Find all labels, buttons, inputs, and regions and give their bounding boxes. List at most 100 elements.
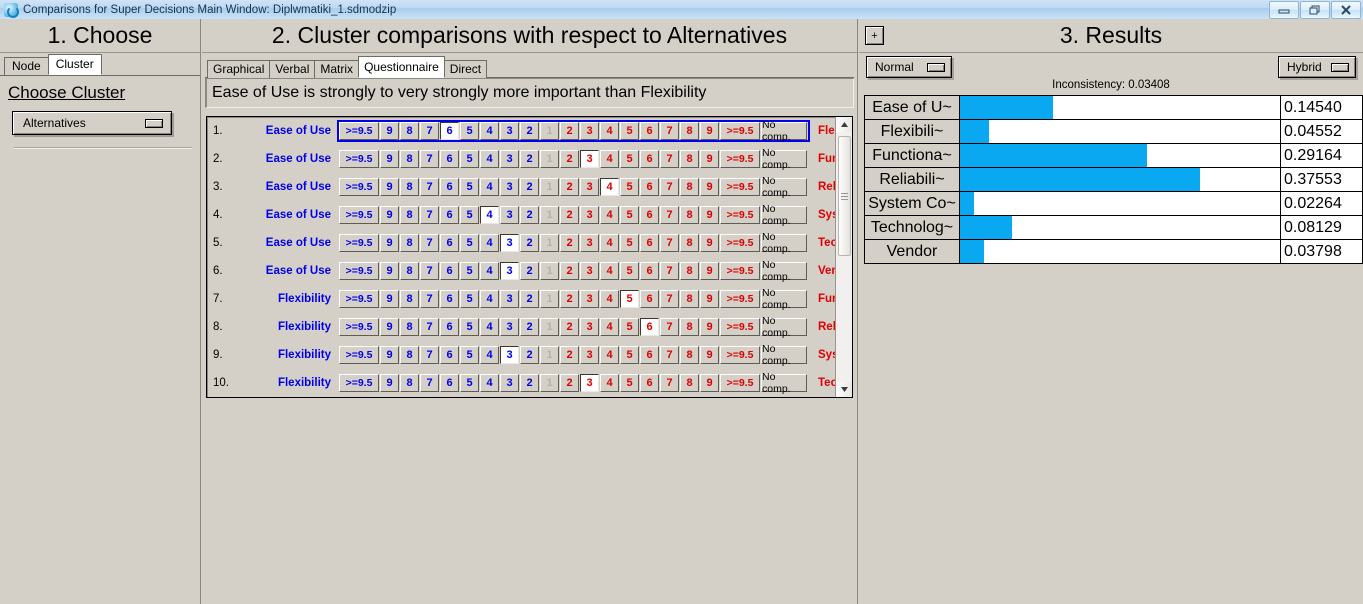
scale-cell-left-3[interactable]: 3 — [500, 150, 519, 168]
minimize-icon[interactable] — [1269, 1, 1299, 19]
scale-cell-right-7[interactable]: 7 — [660, 150, 679, 168]
tab-cluster[interactable]: Cluster — [47, 54, 102, 75]
scale-cell-right-4[interactable]: 4 — [600, 262, 619, 280]
scale-cell-right-3[interactable]: 3 — [580, 178, 599, 196]
scale-cell-left-7[interactable]: 7 — [420, 234, 439, 252]
row-right-node[interactable]: Vendor — [810, 265, 835, 277]
scale-cell-right-6[interactable]: 6 — [640, 262, 659, 280]
scale-cell-right-95[interactable]: >=9.5 — [720, 206, 760, 224]
scale-cell-left-6[interactable]: 6 — [440, 374, 459, 392]
scale-cell-left-6[interactable]: 6 — [440, 346, 459, 364]
scale-cell-right-6[interactable]: 6 — [640, 122, 659, 140]
scale-cell-left-7[interactable]: 7 — [420, 262, 439, 280]
scale-cell-right-7[interactable]: 7 — [660, 262, 679, 280]
scale-cell-left-3[interactable]: 3 — [500, 374, 519, 392]
scale-cell-right-2[interactable]: 2 — [560, 346, 579, 364]
cluster-select[interactable]: Alternatives — [12, 111, 172, 135]
tab-questionnaire[interactable]: Questionnaire — [358, 56, 445, 78]
scale-cell-center-1[interactable]: 1 — [540, 346, 559, 364]
scale-cell-right-5[interactable]: 5 — [620, 318, 639, 336]
scale-cell-center-1[interactable]: 1 — [540, 318, 559, 336]
no-comparison-button[interactable]: No comp. — [761, 175, 807, 199]
scale-cell-center-1[interactable]: 1 — [540, 178, 559, 196]
scale-cell-right-4[interactable]: 4 — [600, 346, 619, 364]
scale-cell-left-9[interactable]: 9 — [380, 122, 399, 140]
scale-cell-left-4[interactable]: 4 — [480, 150, 499, 168]
scale-cell-right-8[interactable]: 8 — [680, 150, 699, 168]
row-right-node[interactable]: Flexibility — [810, 125, 835, 137]
no-comparison-button[interactable]: No comp. — [761, 119, 807, 143]
row-left-node[interactable]: Flexibility — [235, 321, 337, 333]
row-left-node[interactable]: Flexibility — [235, 293, 337, 305]
tab-matrix[interactable]: Matrix — [314, 60, 360, 78]
scale-cell-right-7[interactable]: 7 — [660, 178, 679, 196]
scale-cell-left-9[interactable]: 9 — [380, 234, 399, 252]
scale-cell-left-7[interactable]: 7 — [420, 150, 439, 168]
scale-cell-left-95[interactable]: >=9.5 — [339, 346, 379, 364]
scale-cell-left-3[interactable]: 3 — [500, 122, 519, 140]
scale-cell-left-2[interactable]: 2 — [520, 318, 539, 336]
scale-cell-right-8[interactable]: 8 — [680, 206, 699, 224]
scale-cell-right-4[interactable]: 4 — [600, 178, 619, 196]
scale-cell-right-6[interactable]: 6 — [640, 234, 659, 252]
scale-cell-right-3[interactable]: 3 — [580, 262, 599, 280]
scale-cell-left-6[interactable]: 6 — [440, 262, 459, 280]
scale-cell-right-2[interactable]: 2 — [560, 318, 579, 336]
scale-cell-right-2[interactable]: 2 — [560, 234, 579, 252]
row-left-node[interactable]: Ease of Use — [235, 209, 337, 221]
scale-cell-left-6[interactable]: 6 — [440, 318, 459, 336]
scale-cell-center-1[interactable]: 1 — [540, 262, 559, 280]
scale-cell-right-5[interactable]: 5 — [620, 206, 639, 224]
scale-cell-left-4[interactable]: 4 — [480, 346, 499, 364]
scale-cell-left-3[interactable]: 3 — [500, 178, 519, 196]
scale-cell-left-3[interactable]: 3 — [500, 262, 519, 280]
row-left-node[interactable]: Flexibility — [235, 349, 337, 361]
scale-cell-left-3[interactable]: 3 — [500, 346, 519, 364]
scale-cell-left-2[interactable]: 2 — [520, 374, 539, 392]
scale-cell-left-8[interactable]: 8 — [400, 206, 419, 224]
scale-cell-left-4[interactable]: 4 — [480, 178, 499, 196]
scale-cell-right-9[interactable]: 9 — [700, 318, 719, 336]
scale-cell-left-95[interactable]: >=9.5 — [339, 206, 379, 224]
scale-cell-left-2[interactable]: 2 — [520, 262, 539, 280]
scale-cell-left-2[interactable]: 2 — [520, 234, 539, 252]
scale-cell-left-5[interactable]: 5 — [460, 178, 479, 196]
scale-cell-right-5[interactable]: 5 — [620, 346, 639, 364]
scale-cell-right-95[interactable]: >=9.5 — [720, 122, 760, 140]
scale-cell-left-8[interactable]: 8 — [400, 178, 419, 196]
scale-cell-right-6[interactable]: 6 — [640, 318, 659, 336]
row-left-node[interactable]: Ease of Use — [235, 181, 337, 193]
scale-cell-left-5[interactable]: 5 — [460, 122, 479, 140]
scale-cell-left-2[interactable]: 2 — [520, 346, 539, 364]
scale-cell-right-7[interactable]: 7 — [660, 206, 679, 224]
scale-cell-left-5[interactable]: 5 — [460, 234, 479, 252]
scale-cell-right-2[interactable]: 2 — [560, 374, 579, 392]
scale-cell-left-2[interactable]: 2 — [520, 290, 539, 308]
scale-cell-left-4[interactable]: 4 — [480, 374, 499, 392]
scale-cell-left-4[interactable]: 4 — [480, 206, 499, 224]
scale-cell-left-2[interactable]: 2 — [520, 150, 539, 168]
scale-cell-left-95[interactable]: >=9.5 — [339, 290, 379, 308]
row-left-node[interactable]: Ease of Use — [235, 237, 337, 249]
scale-cell-left-2[interactable]: 2 — [520, 178, 539, 196]
scale-cell-right-95[interactable]: >=9.5 — [720, 234, 760, 252]
scale-cell-right-3[interactable]: 3 — [580, 234, 599, 252]
scale-cell-right-95[interactable]: >=9.5 — [720, 346, 760, 364]
scale-cell-right-3[interactable]: 3 — [580, 290, 599, 308]
scale-cell-left-7[interactable]: 7 — [420, 178, 439, 196]
scale-cell-left-6[interactable]: 6 — [440, 150, 459, 168]
scale-cell-right-95[interactable]: >=9.5 — [720, 318, 760, 336]
row-right-node[interactable]: System Cost — [810, 209, 835, 221]
restore-icon[interactable] — [1300, 1, 1330, 19]
no-comparison-button[interactable]: No comp. — [761, 287, 807, 311]
no-comparison-button[interactable]: No comp. — [761, 315, 807, 339]
scale-cell-right-4[interactable]: 4 — [600, 150, 619, 168]
scale-cell-right-3[interactable]: 3 — [580, 150, 599, 168]
scale-cell-left-9[interactable]: 9 — [380, 178, 399, 196]
scale-cell-left-8[interactable]: 8 — [400, 346, 419, 364]
scale-cell-right-9[interactable]: 9 — [700, 374, 719, 392]
scale-cell-right-2[interactable]: 2 — [560, 290, 579, 308]
scale-cell-left-7[interactable]: 7 — [420, 206, 439, 224]
scale-cell-left-5[interactable]: 5 — [460, 290, 479, 308]
scale-cell-left-4[interactable]: 4 — [480, 262, 499, 280]
